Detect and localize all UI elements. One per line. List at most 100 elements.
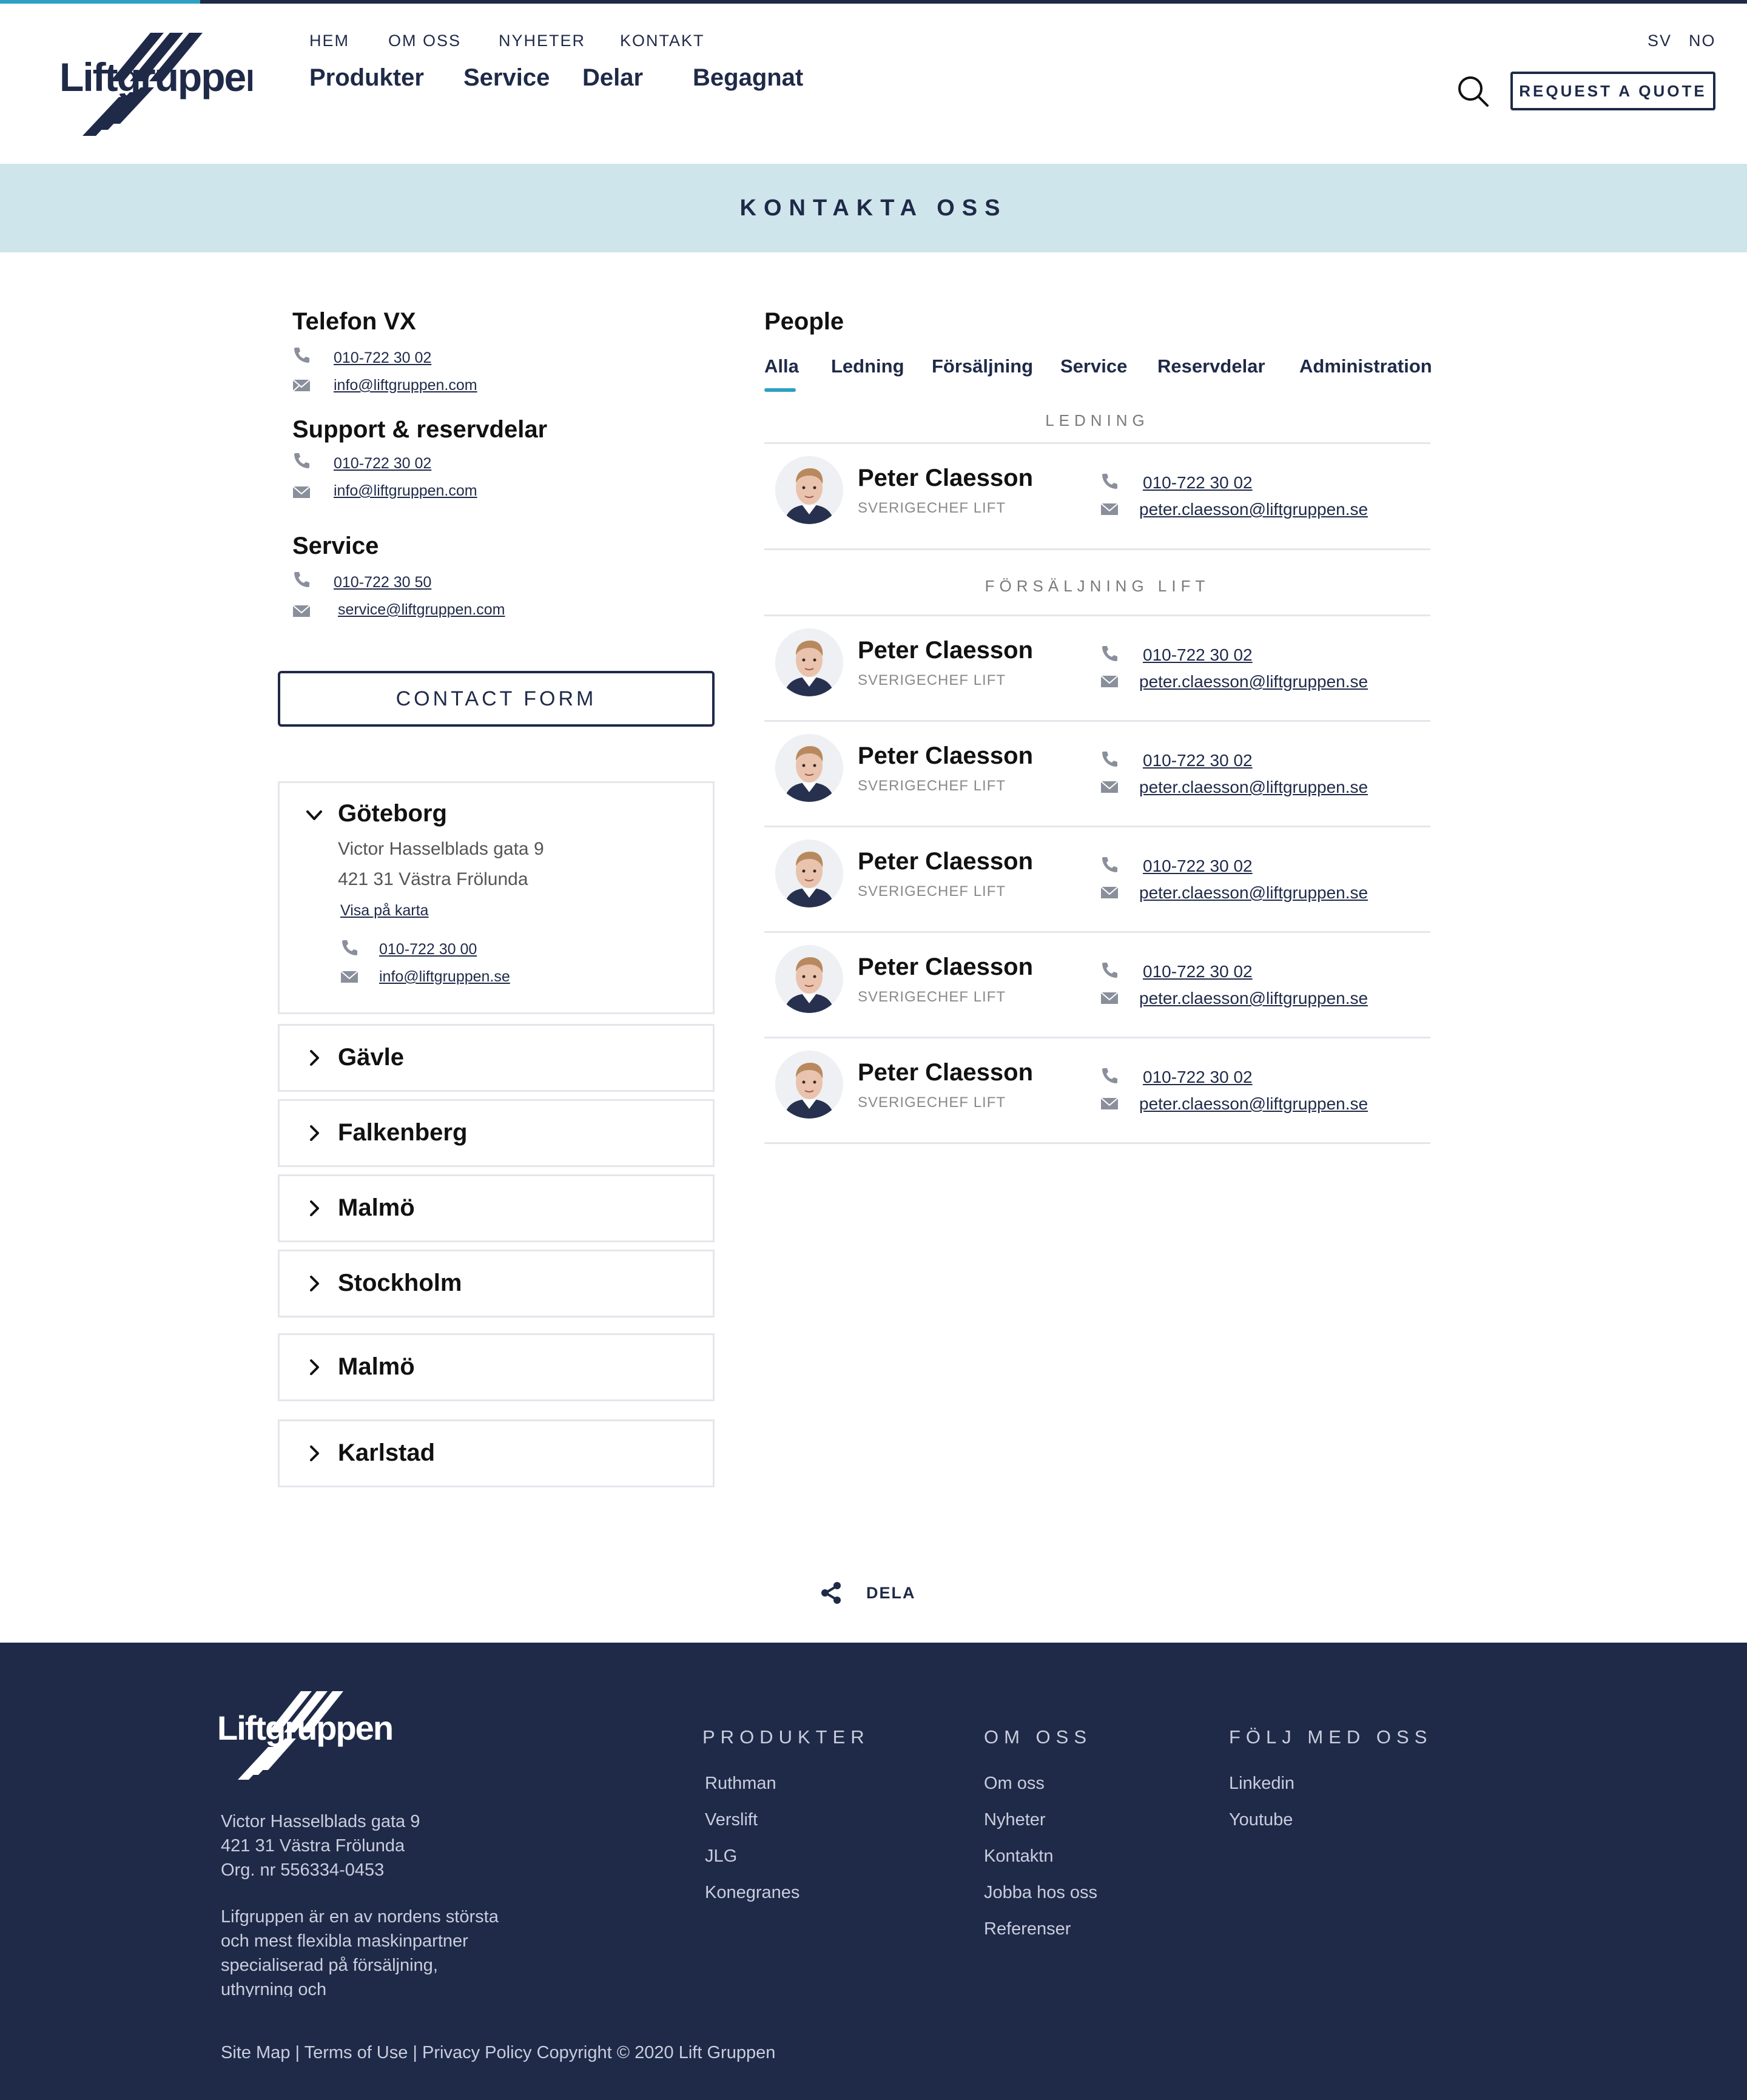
office-accordion-gavle[interactable]: Gävle — [278, 1024, 715, 1092]
divider — [764, 1142, 1430, 1144]
footer-link-youtube[interactable]: Youtube — [1229, 1810, 1293, 1830]
chevron-right-icon[interactable] — [305, 1358, 323, 1376]
footer-link-om-oss[interactable]: Om oss — [984, 1774, 1045, 1794]
person-email[interactable]: peter.claesson@liftgruppen.se — [1139, 672, 1368, 692]
office-phone[interactable]: 010-722 30 00 — [379, 941, 477, 958]
office-accordion-karlstad[interactable]: Karlstad — [278, 1419, 715, 1487]
footer-link-nyheter[interactable]: Nyheter — [984, 1810, 1046, 1830]
nav-kontakt[interactable]: KONTAKT — [620, 32, 705, 50]
person-email[interactable]: peter.claesson@liftgruppen.se — [1139, 883, 1368, 903]
nav-service[interactable]: Service — [463, 64, 550, 92]
phone-icon — [1100, 1066, 1119, 1085]
chevron-right-icon[interactable] — [305, 1124, 323, 1142]
mail-icon — [1100, 672, 1119, 690]
tab-administration[interactable]: Administration — [1299, 355, 1432, 377]
top-border — [0, 0, 1747, 4]
top-border-accent — [0, 0, 200, 4]
telefon-vx-phone[interactable]: 010-722 30 02 — [334, 349, 431, 367]
nav-om-oss[interactable]: OM OSS — [388, 32, 461, 50]
person-name: Peter Claesson — [858, 465, 1034, 491]
office-accordion-stockholm[interactable]: Stockholm — [278, 1250, 715, 1318]
person-phone[interactable]: 010-722 30 02 — [1143, 962, 1253, 981]
footer-link-referenser[interactable]: Referenser — [984, 1919, 1071, 1939]
contact-form-button[interactable]: CONTACT FORM — [278, 671, 715, 727]
office-name: Göteborg — [338, 800, 447, 827]
phone-icon — [294, 453, 309, 468]
footer-link-konegranes[interactable]: Konegranes — [705, 1883, 799, 1903]
tab-service[interactable]: Service — [1060, 355, 1127, 377]
office-accordion-malmo[interactable]: Malmö — [278, 1174, 715, 1242]
share-icon — [821, 1582, 841, 1604]
tab-reservdelar[interactable]: Reservdelar — [1157, 355, 1265, 377]
office-accordion-malmo-2[interactable]: Malmö — [278, 1333, 715, 1401]
request-quote-button[interactable]: REQUEST A QUOTE — [1510, 72, 1715, 110]
mail-icon — [292, 605, 311, 617]
group-label-ledning: LEDNING — [1045, 411, 1150, 429]
tab-forsaljning[interactable]: Försäljning — [932, 355, 1033, 377]
telefon-vx-title: Telefon VX — [292, 308, 416, 335]
office-name: Malmö — [338, 1353, 415, 1380]
footer-link-jobba[interactable]: Jobba hos oss — [984, 1883, 1097, 1903]
person-role: SVERIGECHEF LIFT — [858, 778, 1006, 794]
tab-ledning[interactable]: Ledning — [831, 355, 904, 377]
office-accordion-goteborg[interactable]: Göteborg Victor Hasselblads gata 9 421 3… — [278, 781, 715, 1014]
tab-alla[interactable]: Alla — [764, 355, 799, 377]
mail-icon — [292, 486, 311, 498]
nav-hem[interactable]: HEM — [309, 32, 349, 50]
service-phone[interactable]: 010-722 30 50 — [334, 574, 431, 591]
office-accordion-falkenberg[interactable]: Falkenberg — [278, 1099, 715, 1167]
person-email[interactable]: peter.claesson@liftgruppen.se — [1139, 1094, 1368, 1114]
support-phone[interactable]: 010-722 30 02 — [334, 455, 431, 473]
person-role: SVERIGECHEF LIFT — [858, 672, 1006, 688]
person-role: SVERIGECHEF LIFT — [858, 883, 1006, 900]
lang-no[interactable]: NO — [1689, 32, 1716, 50]
lang-sv[interactable]: SV — [1648, 32, 1672, 50]
office-address-line-2: 421 31 Västra Frölunda — [338, 869, 528, 889]
footer-link-kontaktn[interactable]: Kontaktn — [984, 1846, 1053, 1866]
chevron-right-icon[interactable] — [305, 1049, 323, 1067]
person-phone[interactable]: 010-722 30 02 — [1143, 1068, 1253, 1087]
support-email[interactable]: info@liftgruppen.com — [334, 482, 477, 500]
person-email[interactable]: peter.claesson@liftgruppen.se — [1139, 989, 1368, 1008]
phone-icon — [1100, 961, 1119, 979]
liftgruppen-logo[interactable]: Liftgruppen — [58, 32, 252, 138]
service-title: Service — [292, 533, 379, 559]
mail-icon — [1100, 989, 1119, 1007]
view-on-map-link[interactable]: Visa på karta — [340, 902, 428, 920]
person-email[interactable]: peter.claesson@liftgruppen.se — [1139, 500, 1368, 519]
footer-link-ruthman[interactable]: Ruthman — [705, 1774, 776, 1794]
person-role: SVERIGECHEF LIFT — [858, 500, 1006, 516]
person-email[interactable]: peter.claesson@liftgruppen.se — [1139, 778, 1368, 797]
person-phone[interactable]: 010-722 30 02 — [1143, 856, 1253, 876]
footer-logo[interactable]: Liftgruppen — [216, 1690, 392, 1781]
person-phone[interactable]: 010-722 30 02 — [1143, 751, 1253, 770]
active-tab-indicator — [764, 388, 796, 392]
phone-icon — [1100, 472, 1119, 490]
page-banner: KONTAKTA OSS — [0, 164, 1747, 252]
share-button[interactable]: DELA — [819, 1581, 916, 1605]
mail-icon — [292, 379, 311, 392]
footer-bottom-links[interactable]: Site Map | Terms of Use | Privacy Policy… — [221, 2043, 775, 2063]
telefon-vx-email[interactable]: info@liftgruppen.com — [334, 377, 477, 394]
office-name: Malmö — [338, 1194, 415, 1221]
person-phone[interactable]: 010-722 30 02 — [1143, 645, 1253, 665]
nav-begagnat[interactable]: Begagnat — [693, 64, 803, 92]
nav-delar[interactable]: Delar — [582, 64, 643, 92]
person-name: Peter Claesson — [858, 637, 1034, 664]
people-title: People — [764, 308, 844, 335]
footer-link-linkedin[interactable]: Linkedin — [1229, 1774, 1294, 1794]
nav-nyheter[interactable]: NYHETER — [499, 32, 585, 50]
phone-icon — [294, 348, 309, 363]
chevron-right-icon[interactable] — [305, 1274, 323, 1293]
chevron-right-icon[interactable] — [305, 1444, 323, 1462]
search-icon[interactable] — [1456, 74, 1490, 108]
page-title: KONTAKTA OSS — [739, 195, 1008, 221]
service-email[interactable]: service@liftgruppen.com — [338, 601, 505, 619]
office-email[interactable]: info@liftgruppen.se — [379, 968, 510, 986]
chevron-down-icon[interactable] — [305, 806, 323, 824]
person-phone[interactable]: 010-722 30 02 — [1143, 473, 1253, 493]
nav-produkter[interactable]: Produkter — [309, 64, 424, 92]
chevron-right-icon[interactable] — [305, 1199, 323, 1217]
footer-link-verslift[interactable]: Verslift — [705, 1810, 758, 1830]
footer-link-jlg[interactable]: JLG — [705, 1846, 737, 1866]
